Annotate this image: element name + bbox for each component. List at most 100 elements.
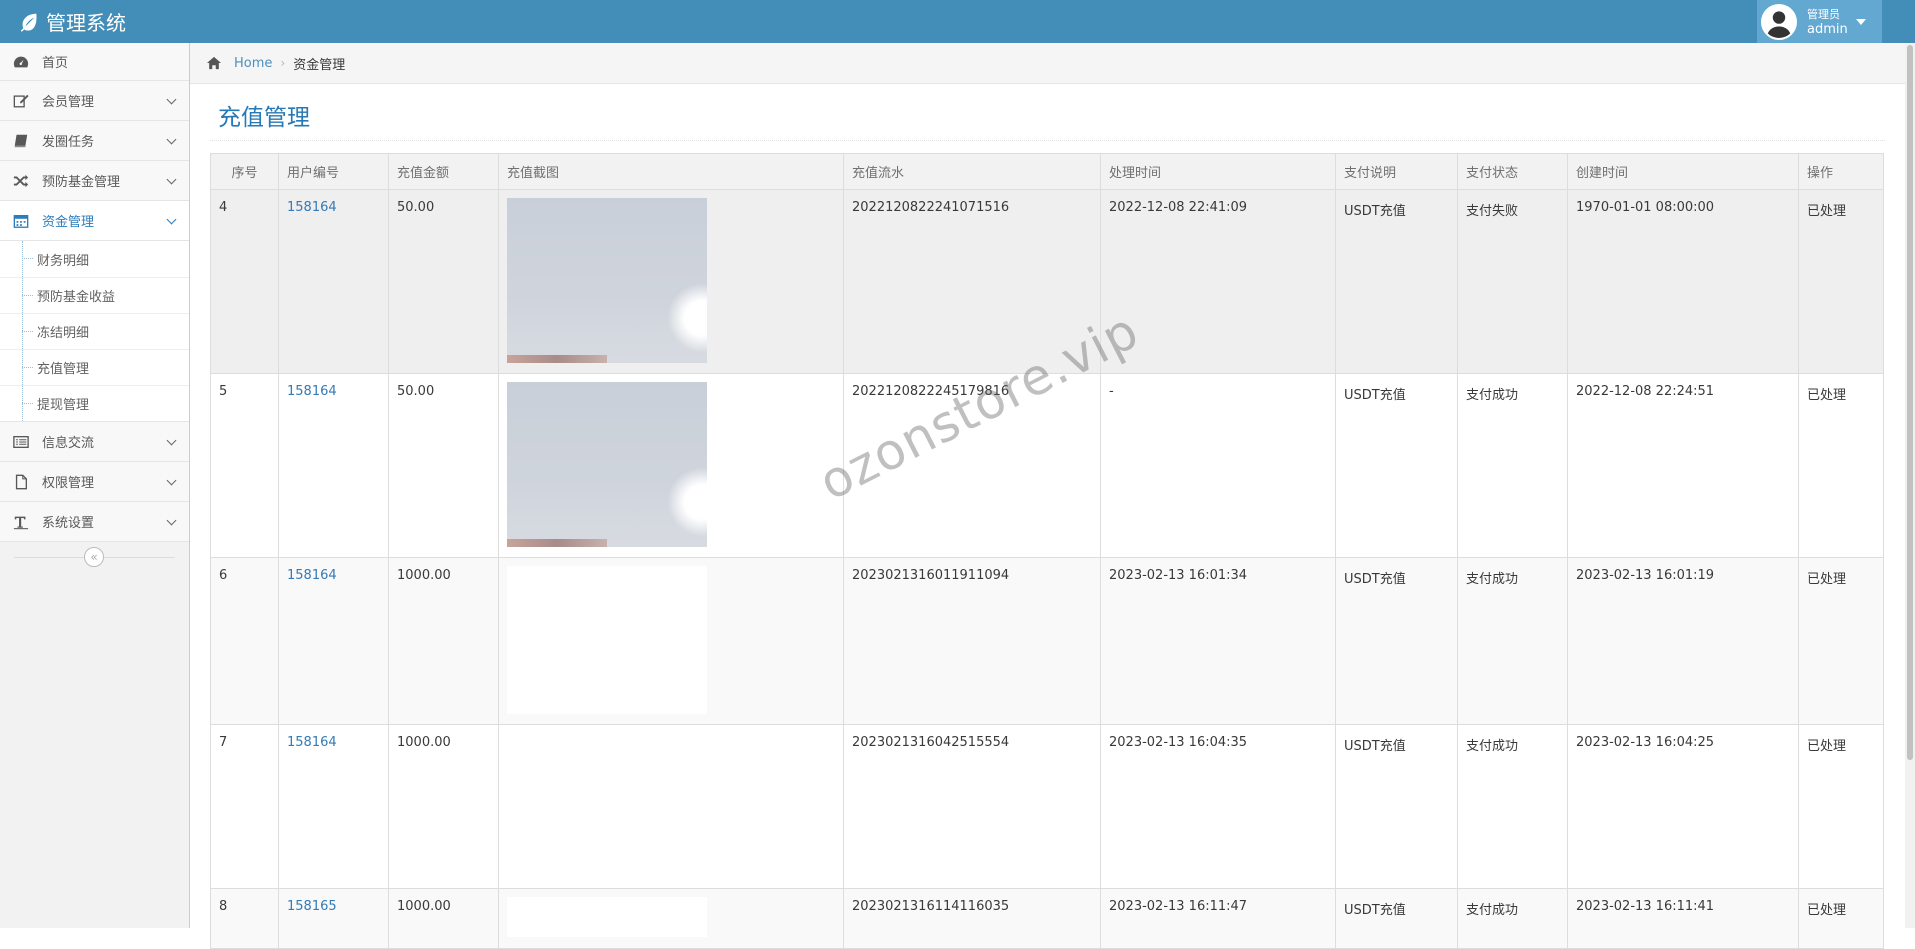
cell-amount: 50.00 — [388, 373, 499, 558]
cell-amount: 1000.00 — [388, 724, 499, 889]
cell-status: 支付成功 — [1457, 557, 1568, 725]
user-name: admin — [1807, 21, 1848, 37]
dashboard-icon — [12, 53, 30, 71]
column-header[interactable]: 用户编号 — [278, 153, 389, 190]
cell-user: 158164 — [278, 724, 389, 889]
sidebar-item-label: 信息交流 — [42, 436, 95, 451]
cell-processed-time: 2023-02-13 16:04:35 — [1100, 724, 1336, 889]
cell-amount: 50.00 — [388, 189, 499, 374]
table-header-row: 序号 用户编号 充值金额 充值截图 充值流水 处理时间 支付说明 支付状态 创建… — [210, 153, 1884, 190]
breadcrumb: Home › 资金管理 — [190, 43, 1905, 84]
column-header[interactable]: 操作 — [1798, 153, 1884, 190]
cell-processed-time: - — [1100, 373, 1336, 558]
table-row: 7 158164 1000.00 2023021316042515554 202… — [210, 724, 1884, 889]
cell-user: 158164 — [278, 189, 389, 374]
top-navbar: 管理系统 管理员 admin — [0, 0, 1915, 43]
cell-operation: 已处理 — [1798, 557, 1884, 725]
sidebar-item-settings[interactable]: 系统设置 — [0, 502, 189, 542]
page-scrollbar[interactable] — [1905, 43, 1915, 928]
caret-down-icon — [1855, 18, 1866, 25]
cell-flow: 2022120822245179816 — [843, 373, 1101, 558]
title-divider — [210, 140, 1885, 141]
finance-submenu: 财务明细 预防基金收益 冻结明细 充值管理 提现管理 — [0, 241, 189, 422]
cell-screenshot — [498, 724, 844, 889]
column-header[interactable]: 充值截图 — [498, 153, 844, 190]
user-link[interactable]: 158164 — [287, 735, 337, 750]
chevron-down-icon — [166, 134, 177, 145]
column-header[interactable]: 支付状态 — [1457, 153, 1568, 190]
cell-flow: 2022120822241071516 — [843, 189, 1101, 374]
user-link[interactable]: 158165 — [287, 899, 337, 914]
column-header[interactable]: 支付说明 — [1335, 153, 1458, 190]
column-header[interactable]: 创建时间 — [1567, 153, 1799, 190]
submenu-item-finance-detail[interactable]: 财务明细 — [0, 241, 189, 277]
sidebar-item-label: 预防基金管理 — [42, 175, 121, 190]
column-header[interactable]: 序号 — [210, 153, 279, 190]
cell-seq: 5 — [210, 373, 279, 558]
submenu-label: 充值管理 — [37, 362, 90, 377]
sidebar-item-fund[interactable]: 预防基金管理 — [0, 161, 189, 201]
sidebar-item-messages[interactable]: 信息交流 — [0, 422, 189, 462]
user-link[interactable]: 158164 — [287, 384, 337, 399]
cell-flow: 2023021316042515554 — [843, 724, 1101, 889]
sidebar-item-permissions[interactable]: 权限管理 — [0, 462, 189, 502]
cell-screenshot — [498, 189, 844, 374]
column-header[interactable]: 充值金额 — [388, 153, 499, 190]
recharge-table: 序号 用户编号 充值金额 充值截图 充值流水 处理时间 支付说明 支付状态 创建… — [210, 153, 1884, 949]
screenshot-thumbnail[interactable] — [507, 198, 707, 363]
sidebar-item-label: 权限管理 — [42, 476, 95, 491]
cell-operation: 已处理 — [1798, 373, 1884, 558]
screenshot-thumbnail[interactable] — [507, 897, 707, 937]
breadcrumb-home-link[interactable]: Home — [234, 56, 272, 71]
sidebar-collapse-bar: « — [0, 542, 189, 572]
cell-status: 支付失败 — [1457, 189, 1568, 374]
cell-screenshot — [498, 373, 844, 558]
column-header[interactable]: 处理时间 — [1100, 153, 1336, 190]
main-content: Home › 资金管理 充值管理 序号 用户编号 充值金额 充值截图 充值流水 … — [190, 43, 1905, 949]
sidebar-item-members[interactable]: 会员管理 — [0, 81, 189, 121]
chevron-down-icon — [166, 174, 177, 185]
breadcrumb-current: 资金管理 — [293, 57, 346, 73]
user-link[interactable]: 158164 — [287, 568, 337, 583]
cell-created-time: 2022-12-08 22:24:51 — [1567, 373, 1799, 558]
cell-status: 支付成功 — [1457, 373, 1568, 558]
sidebar: 首页 会员管理 发圈任务 预防基金管理 资金管理 财务明细 预防基金收益 冻结明… — [0, 43, 190, 928]
scrollbar-thumb[interactable] — [1907, 45, 1913, 760]
table-row: 6 158164 1000.00 2023021316011911094 202… — [210, 557, 1884, 725]
leaf-icon — [20, 13, 37, 32]
user-link[interactable]: 158164 — [287, 200, 337, 215]
cell-seq: 6 — [210, 557, 279, 725]
sidebar-item-label: 首页 — [42, 56, 69, 71]
user-menu[interactable]: 管理员 admin — [1757, 0, 1882, 43]
screenshot-thumbnail[interactable] — [507, 566, 707, 714]
submenu-item-recharge[interactable]: 充值管理 — [0, 349, 189, 385]
sidebar-item-label: 会员管理 — [42, 95, 95, 110]
cell-seq: 8 — [210, 888, 279, 949]
page-title: 充值管理 — [218, 105, 310, 131]
sidebar-item-finance[interactable]: 资金管理 — [0, 201, 189, 241]
user-info: 管理员 admin — [1807, 7, 1848, 37]
table-row: 8 158165 1000.00 2023021316114116035 202… — [210, 888, 1884, 949]
brand[interactable]: 管理系统 — [18, 0, 126, 43]
chevron-down-icon — [166, 515, 177, 526]
screenshot-thumbnail[interactable] — [507, 382, 707, 547]
sidebar-item-home[interactable]: 首页 — [0, 43, 189, 81]
sidebar-item-label: 系统设置 — [42, 516, 95, 531]
submenu-label: 财务明细 — [37, 253, 90, 269]
avatar — [1761, 3, 1797, 40]
cell-status: 支付成功 — [1457, 724, 1568, 889]
breadcrumb-separator-icon: › — [280, 56, 286, 70]
cell-processed-time: 2023-02-13 16:11:47 — [1100, 888, 1336, 949]
column-header[interactable]: 充值流水 — [843, 153, 1101, 190]
submenu-item-frozen-detail[interactable]: 冻结明细 — [0, 313, 189, 349]
submenu-item-withdraw[interactable]: 提现管理 — [0, 385, 189, 421]
cell-seq: 4 — [210, 189, 279, 374]
app-title: 管理系统 — [46, 11, 126, 35]
submenu-item-fund-income[interactable]: 预防基金收益 — [0, 277, 189, 313]
text-icon — [12, 513, 30, 531]
cell-created-time: 2023-02-13 16:04:25 — [1567, 724, 1799, 889]
sidebar-item-tasks[interactable]: 发圈任务 — [0, 121, 189, 161]
chevron-down-icon — [166, 435, 177, 446]
cell-status: 支付成功 — [1457, 888, 1568, 949]
collapse-sidebar-button[interactable]: « — [84, 547, 104, 567]
